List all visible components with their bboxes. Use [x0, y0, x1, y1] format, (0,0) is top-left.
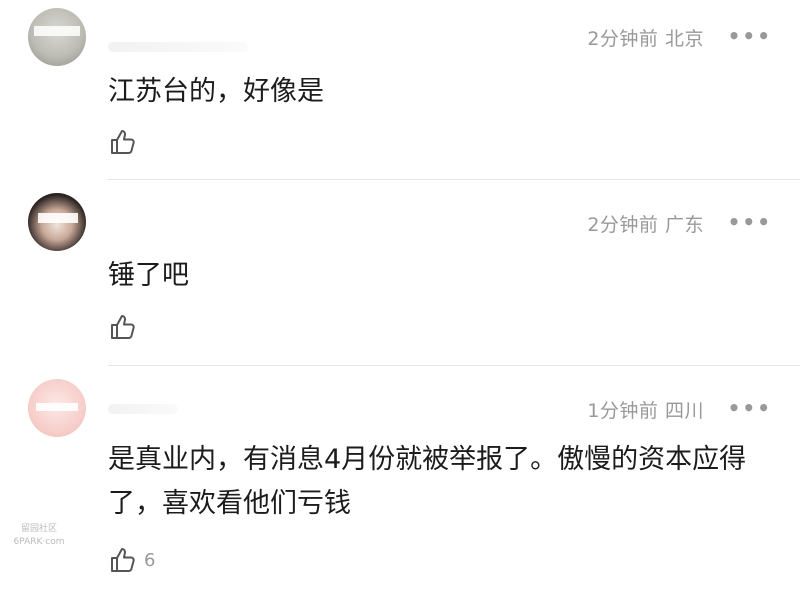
comment-meta: 1分钟前 四川: [587, 396, 704, 423]
thumbs-up-icon: [111, 130, 135, 154]
divider: [108, 365, 800, 366]
username-blurred: [108, 42, 248, 52]
comment-location: 广东: [664, 214, 704, 236]
more-dots-icon[interactable]: •••: [728, 398, 772, 418]
like-count: 6: [144, 549, 156, 571]
comment-location: 北京: [664, 28, 704, 50]
like-button[interactable]: [108, 312, 144, 342]
watermark: 留园社区 6PARK·com: [4, 523, 74, 549]
thumbs-up-icon: [111, 315, 135, 339]
like-button[interactable]: [108, 127, 144, 157]
watermark-line1: 留园社区: [20, 524, 57, 534]
comment-time: 1分钟前: [587, 400, 659, 422]
comment-time: 2分钟前: [587, 28, 659, 50]
comment-meta: 2分钟前 广东: [587, 210, 704, 237]
watermark-line2: 6PARK·com: [13, 537, 65, 547]
thumbs-up-icon: [111, 548, 135, 572]
comment-location: 四川: [664, 400, 704, 422]
comment-time: 2分钟前: [587, 214, 659, 236]
like-button[interactable]: 6: [108, 545, 155, 575]
more-dots-icon[interactable]: •••: [728, 26, 772, 46]
avatar[interactable]: [28, 379, 86, 437]
comment-text: 江苏台的，好像是: [108, 76, 324, 107]
comment-meta: 2分钟前 北京: [587, 24, 704, 51]
username-blurred: [108, 404, 178, 414]
comment-text: 是真业内，有消息4月份就被举报了。傲慢的资本应得了，喜欢看他们亏钱: [108, 444, 747, 519]
comment-text: 锤了吧: [108, 260, 189, 291]
divider: [108, 179, 800, 180]
more-dots-icon[interactable]: •••: [728, 212, 772, 232]
avatar[interactable]: [28, 8, 86, 66]
avatar[interactable]: [28, 193, 86, 251]
